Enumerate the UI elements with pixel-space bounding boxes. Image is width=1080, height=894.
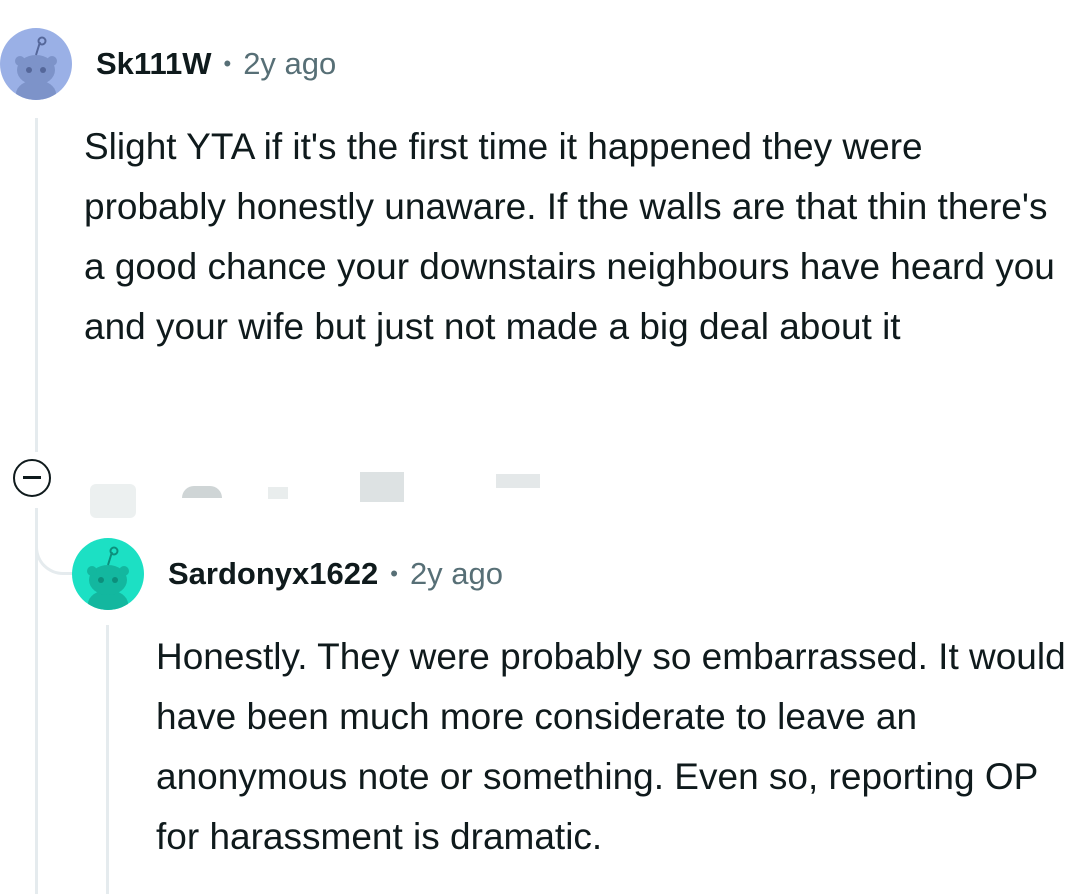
avatar[interactable]: [72, 538, 144, 610]
timestamp: 2y ago: [243, 46, 337, 81]
minus-circle-icon[interactable]: [13, 459, 51, 497]
reddit-snoo-icon: [87, 546, 129, 610]
thread-line-main-lower: [35, 508, 38, 894]
separator-dot: •: [390, 561, 398, 586]
upvote-icon[interactable]: [90, 484, 136, 518]
comment-body: Slight YTA if it's the first time it hap…: [84, 126, 1055, 347]
comment-meta: Sk111W • 2y ago: [96, 44, 336, 84]
comment-body: Honestly. They were probably so embarras…: [156, 636, 1066, 857]
reddit-snoo-icon: [15, 36, 57, 100]
avatar[interactable]: [0, 28, 72, 100]
timestamp: 2y ago: [409, 556, 504, 591]
comment-meta: Sardonyx1622 • 2y ago: [168, 554, 503, 594]
username[interactable]: Sardonyx1622: [168, 556, 378, 592]
reply-connector: [35, 520, 76, 575]
username[interactable]: Sk111W: [96, 46, 211, 82]
reply-icon[interactable]: [360, 472, 404, 502]
downvote-icon[interactable]: [268, 487, 288, 499]
separator-dot: •: [223, 51, 232, 76]
score-icon: [182, 486, 222, 498]
thread-line-reply: [106, 625, 109, 894]
share-icon[interactable]: [496, 474, 540, 488]
thread-line-main: [35, 118, 38, 452]
